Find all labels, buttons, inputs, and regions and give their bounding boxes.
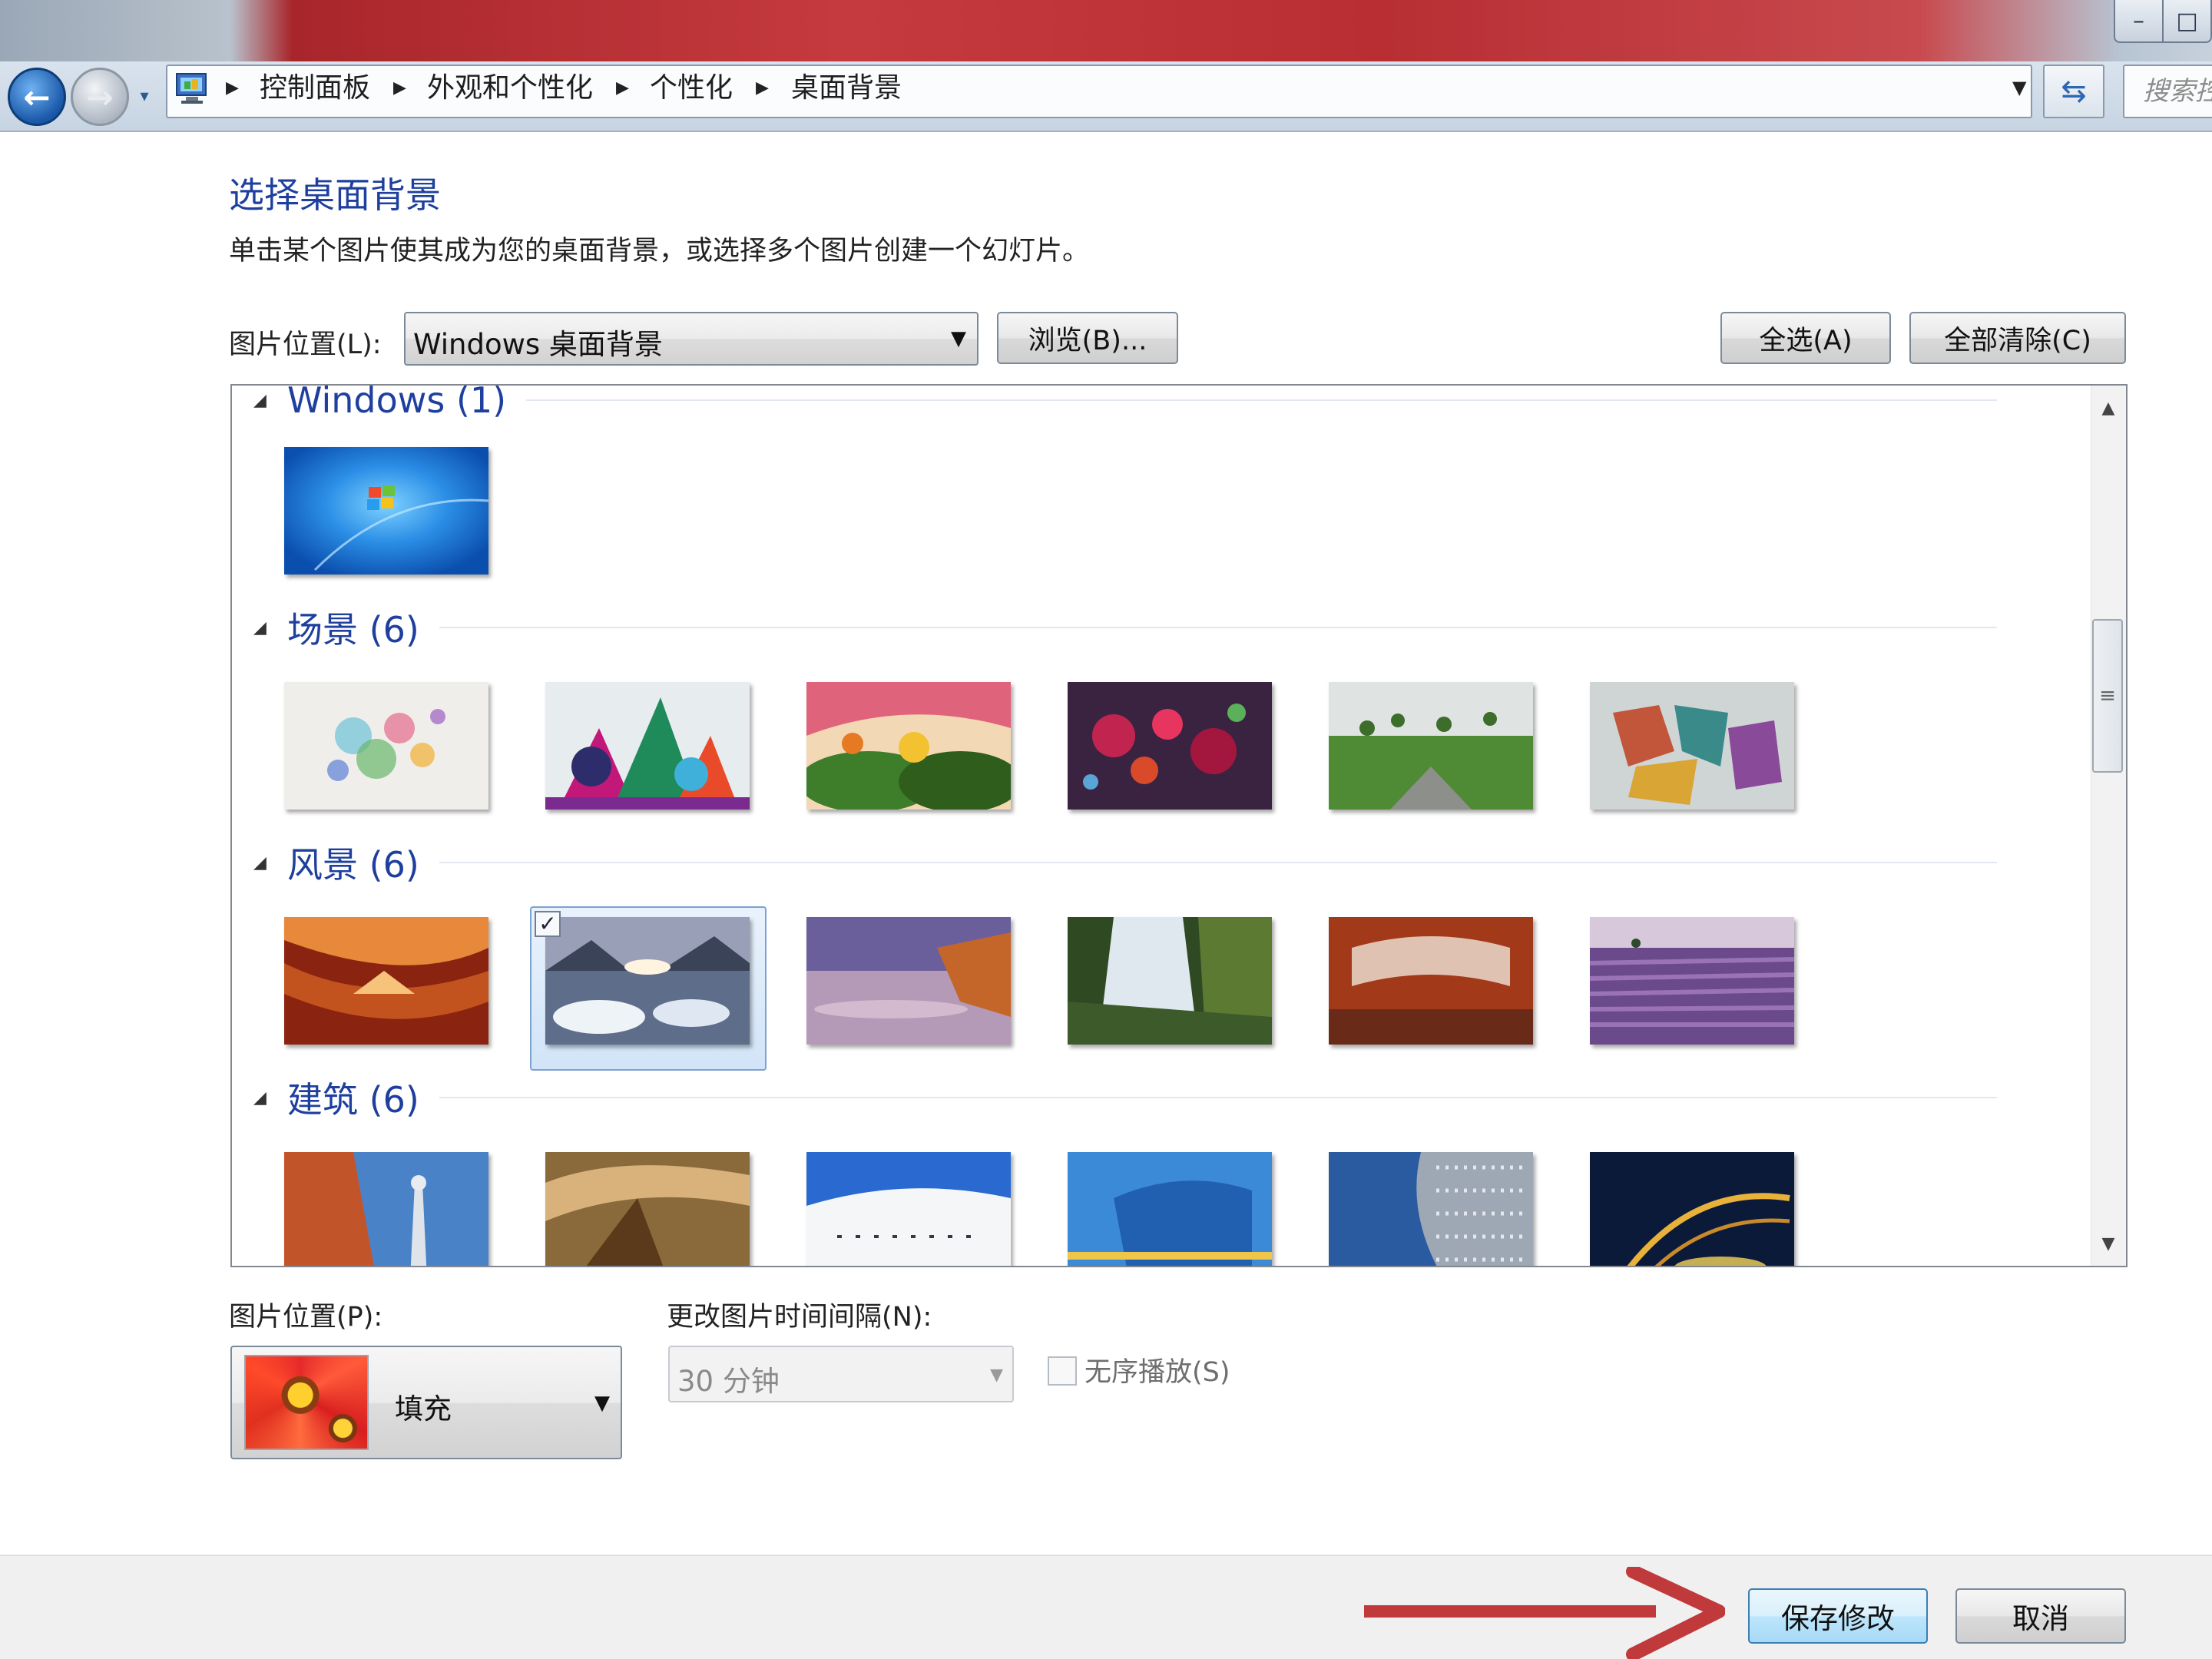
back-arrow-icon[interactable]: ←	[8, 68, 66, 126]
wallpaper-thumb-architecture-4[interactable]	[1068, 1152, 1272, 1267]
browse-button[interactable]: 浏览(B)...	[997, 312, 1178, 364]
refresh-icon[interactable]: ⇆	[2043, 65, 2104, 118]
cancel-button[interactable]: 取消	[1955, 1588, 2126, 1644]
save-changes-button[interactable]: 保存修改	[1748, 1588, 1928, 1644]
group-header-landscapes[interactable]: ◢ 风景 (6)	[253, 837, 1997, 888]
wallpaper-thumb-architecture-6[interactable]	[1590, 1152, 1794, 1267]
scroll-up-icon[interactable]: ▲	[2091, 389, 2126, 427]
group-header-windows[interactable]: ◢ Windows (1)	[253, 384, 1997, 421]
maximize-icon[interactable]: □	[2162, 0, 2210, 41]
picture-position-value: 填充	[395, 1392, 452, 1426]
group-title: 风景 (6)	[287, 844, 419, 886]
interval-value: 30 分钟	[677, 1365, 780, 1398]
clear-all-button[interactable]: 全部清除(C)	[1909, 312, 2126, 364]
wallpaper-thumb-landscape-lavender[interactable]	[1590, 917, 1794, 1045]
chevron-down-icon: ▼	[951, 327, 966, 350]
wallpaper-thumb-landscape-canyon[interactable]	[284, 917, 488, 1045]
wallpaper-gallery[interactable]: ◢ Windows (1) ◢ 场景 (6) ◢ 风景 (6) ✓ ◢ 建筑 (…	[230, 384, 2128, 1267]
wallpaper-thumb-scene-3[interactable]	[806, 682, 1011, 810]
collapse-triangle-icon[interactable]: ◢	[253, 853, 287, 873]
picture-position-label: 图片位置(P):	[229, 1302, 383, 1333]
scroll-down-icon[interactable]: ▼	[2091, 1224, 2126, 1263]
group-title: 场景 (6)	[287, 609, 419, 651]
breadcrumb-separator-icon[interactable]: ▶	[616, 78, 629, 98]
annotation-arrow-icon	[1364, 1567, 1725, 1659]
breadcrumb-separator-icon[interactable]: ▶	[756, 78, 769, 98]
picture-location-dropdown[interactable]: Windows 桌面背景 ▼	[404, 312, 979, 366]
breadcrumb-control-panel[interactable]: 控制面板	[260, 71, 370, 106]
group-divider	[439, 1097, 1997, 1098]
title-bar	[0, 0, 2212, 61]
address-dropdown-icon[interactable]: ▼	[2012, 77, 2026, 98]
collapse-triangle-icon[interactable]: ◢	[253, 618, 287, 637]
wallpaper-thumb-scene-1[interactable]	[284, 682, 488, 810]
group-divider	[439, 862, 1997, 863]
wallpaper-thumb-landscape-ice[interactable]	[545, 917, 750, 1045]
page-description: 单击某个图片使其成为您的桌面背景，或选择多个图片创建一个幻灯片。	[229, 236, 1090, 267]
window-buttons: – □	[2114, 0, 2212, 43]
vertical-scrollbar[interactable]	[2091, 386, 2126, 1266]
group-header-scenes[interactable]: ◢ 场景 (6)	[253, 602, 1997, 653]
select-all-button[interactable]: 全选(A)	[1720, 312, 1891, 364]
group-divider	[439, 627, 1997, 628]
forward-arrow-icon[interactable]: →	[71, 68, 129, 126]
group-title: 建筑 (6)	[287, 1079, 419, 1121]
wallpaper-thumb-landscape-coast[interactable]	[806, 917, 1011, 1045]
group-divider	[526, 399, 1997, 401]
page-title: 选择桌面背景	[229, 174, 441, 216]
wallpaper-thumb-windows-7[interactable]	[284, 447, 488, 575]
chevron-down-icon: ▼	[594, 1392, 610, 1415]
wallpaper-thumb-landscape-waterfall[interactable]	[1068, 917, 1272, 1045]
fill-preview-image	[244, 1355, 369, 1450]
breadcrumb-appearance[interactable]: 外观和个性化	[427, 71, 593, 106]
wallpaper-thumb-architecture-1[interactable]	[284, 1152, 488, 1267]
collapse-triangle-icon[interactable]: ◢	[253, 1088, 287, 1108]
minimize-icon[interactable]: –	[2115, 0, 2162, 41]
control-panel-icon	[176, 73, 207, 104]
interval-dropdown[interactable]: 30 分钟 ▼	[668, 1346, 1014, 1402]
breadcrumb-desktop-background[interactable]: 桌面背景	[791, 71, 902, 106]
wallpaper-thumb-landscape-arch[interactable]	[1329, 917, 1533, 1045]
interval-label: 更改图片时间间隔(N):	[667, 1302, 932, 1333]
recent-pages-chevron-icon[interactable]: ▾	[131, 77, 158, 115]
scrollbar-thumb[interactable]: ≡	[2092, 619, 2123, 773]
wallpaper-thumb-scene-6[interactable]	[1590, 682, 1794, 810]
breadcrumb-separator-icon[interactable]: ▶	[226, 78, 239, 98]
wallpaper-checkbox[interactable]: ✓	[535, 911, 561, 937]
shuffle-label: 无序播放(S)	[1084, 1357, 1230, 1388]
group-title: Windows (1)	[287, 384, 507, 421]
collapse-triangle-icon[interactable]: ◢	[253, 391, 287, 410]
wallpaper-thumb-scene-2[interactable]	[545, 682, 750, 810]
breadcrumb-personalization[interactable]: 个性化	[650, 71, 733, 106]
breadcrumb-separator-icon[interactable]: ▶	[393, 78, 406, 98]
wallpaper-thumb-architecture-2[interactable]	[545, 1152, 750, 1267]
group-header-architecture[interactable]: ◢ 建筑 (6)	[253, 1072, 1997, 1123]
wallpaper-thumb-scene-4[interactable]	[1068, 682, 1272, 810]
picture-location-value: Windows 桌面背景	[413, 328, 663, 361]
picture-location-label: 图片位置(L):	[229, 329, 382, 360]
wallpaper-thumb-architecture-3[interactable]	[806, 1152, 1011, 1267]
wallpaper-thumb-scene-5[interactable]	[1329, 682, 1533, 810]
chevron-down-icon: ▼	[990, 1366, 1003, 1385]
wallpaper-thumb-architecture-5[interactable]	[1329, 1152, 1533, 1267]
shuffle-checkbox[interactable]	[1048, 1356, 1077, 1386]
search-input[interactable]: 搜索控	[2123, 65, 2212, 118]
